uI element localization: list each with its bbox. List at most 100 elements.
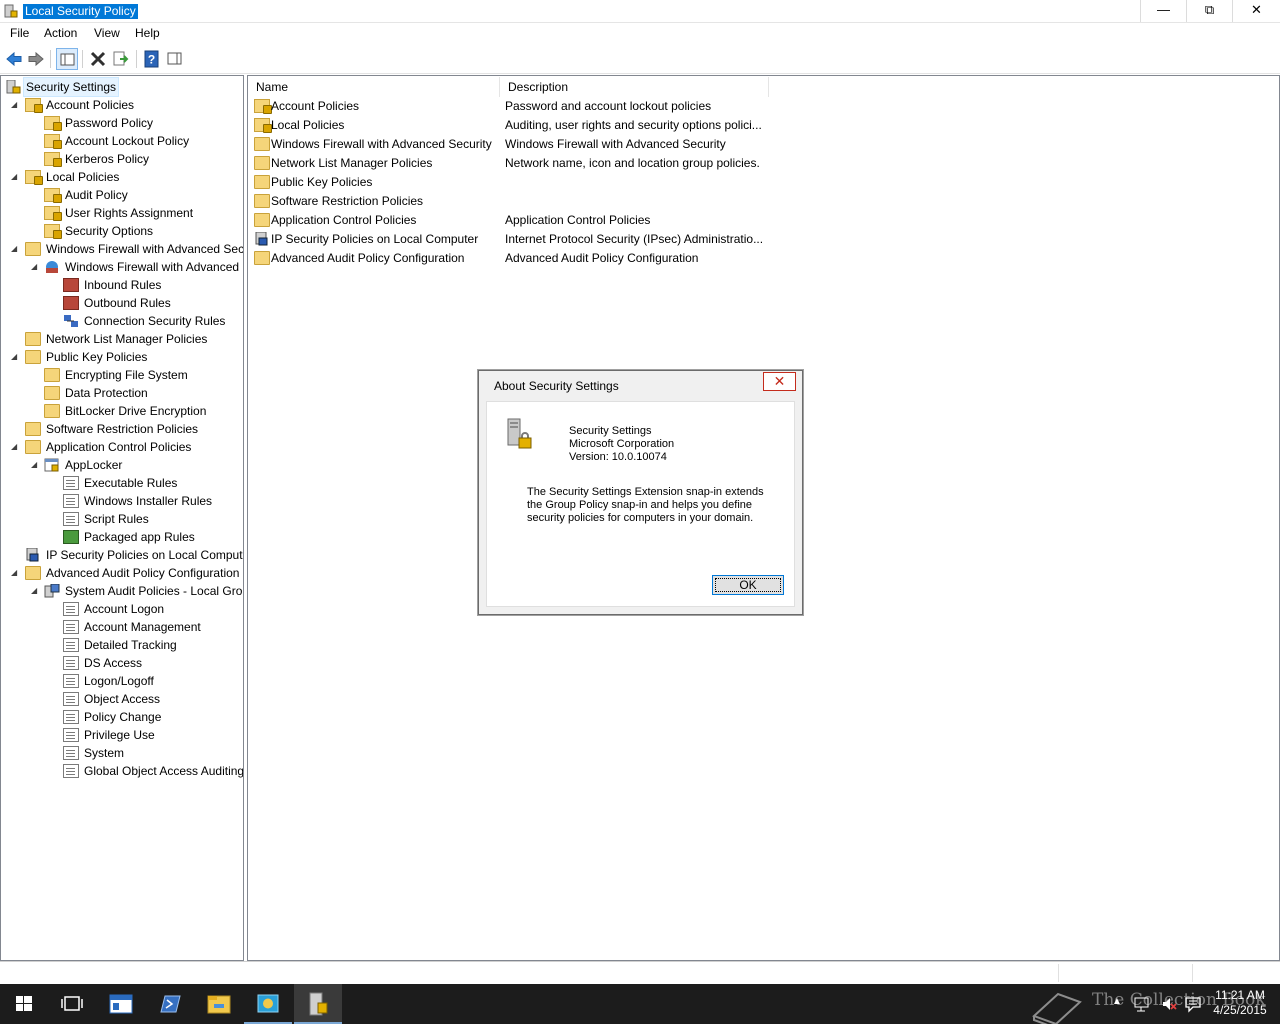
list-item[interactable]: Advanced Audit Policy Configuration Advan…	[248, 249, 1278, 268]
tree-item-label: IP Security Policies on Local Compute	[46, 548, 244, 562]
security-settings-icon	[6, 79, 22, 94]
doc-icon	[63, 692, 79, 706]
tree-item-label: User Rights Assignment	[65, 206, 194, 220]
expand-arrow-icon[interactable]: ◢	[11, 240, 21, 258]
expand-arrow-icon[interactable]: ◢	[11, 564, 21, 582]
back-icon[interactable]	[3, 48, 25, 70]
list-item[interactable]: Account Policies Password and account loc…	[248, 97, 1278, 116]
folder-icon	[44, 386, 60, 400]
list-item[interactable]: Application Control Policies Application …	[248, 211, 1278, 230]
tree-root-label: Security Settings	[22, 77, 120, 97]
start-button[interactable]	[0, 984, 48, 1024]
expand-arrow-icon[interactable]: ◢	[31, 456, 41, 474]
tree-item-label: Windows Firewall with Advanced Secu	[46, 242, 244, 256]
tree-item-label: Privilege Use	[84, 728, 155, 742]
menu-action[interactable]: Action	[44, 26, 77, 40]
list-item-description: Internet Protocol Security (IPsec) Admin…	[505, 232, 764, 246]
column-header-description[interactable]: Description	[500, 77, 769, 97]
dialog-description-line: The Security Settings Extension snap-in …	[527, 486, 764, 498]
list-item-description: Application Control Policies	[505, 213, 651, 227]
menu-file[interactable]: File	[10, 26, 29, 40]
list-item[interactable]: Windows Firewall with Advanced Security W…	[248, 135, 1278, 154]
task-view-button[interactable]	[48, 984, 96, 1024]
folder-icon	[254, 156, 270, 170]
server-manager-icon	[109, 994, 133, 1014]
expand-arrow-icon[interactable]: ◢	[11, 96, 21, 114]
delete-icon[interactable]	[87, 48, 109, 70]
tree-item-label: Local Policies	[46, 170, 120, 184]
tree-item-label: Detailed Tracking	[84, 638, 177, 652]
tree-item-label: Windows Installer Rules	[84, 494, 213, 508]
security-settings-icon	[507, 418, 532, 449]
taskbar-app[interactable]	[244, 984, 292, 1024]
folder-icon	[254, 251, 270, 265]
ipsec-icon	[254, 231, 270, 246]
taskbar-powershell[interactable]	[146, 984, 194, 1024]
menu-view[interactable]: View	[94, 26, 120, 40]
list-item-name: Software Restriction Policies	[271, 194, 424, 208]
security-policy-app-icon	[309, 992, 328, 1016]
dialog-body: Security Settings Microsoft Corporation …	[486, 401, 795, 607]
expand-arrow-icon[interactable]: ◢	[11, 348, 21, 366]
tree-item-label: DS Access	[84, 656, 143, 670]
about-dialog: About Security Settings ✕ Security Setti…	[478, 370, 803, 615]
close-button[interactable]: ✕	[1232, 0, 1280, 22]
taskbar-server-manager[interactable]	[97, 984, 145, 1024]
doc-icon	[63, 764, 79, 778]
list-item[interactable]: IP Security Policies on Local Computer In…	[248, 230, 1278, 249]
folder-lock-icon	[44, 188, 62, 203]
help-icon[interactable]: ?	[141, 48, 163, 70]
folder-icon	[254, 137, 270, 151]
show-hide-tree-icon[interactable]	[56, 48, 78, 70]
list-item-name: Account Policies	[271, 99, 360, 113]
list-item[interactable]: Network List Manager Policies Network nam…	[248, 154, 1278, 173]
folder-lock-icon	[25, 170, 43, 185]
list-item-name: Windows Firewall with Advanced Security	[271, 137, 492, 151]
forward-icon[interactable]	[25, 48, 47, 70]
toolbar: ?	[0, 44, 1280, 74]
dialog-description-line: security policies for computers in your …	[527, 512, 754, 524]
maximize-button[interactable]: ⧉	[1186, 0, 1232, 22]
volume-muted-icon[interactable]	[1160, 995, 1178, 1013]
taskbar-file-explorer[interactable]	[195, 984, 243, 1024]
list-item-name: IP Security Policies on Local Computer	[271, 232, 479, 246]
export-list-icon[interactable]	[110, 48, 132, 70]
control-panel-icon	[257, 994, 279, 1013]
tree-item-label: AppLocker	[65, 458, 123, 472]
ok-button[interactable]: OK	[712, 575, 784, 595]
tree-item-label: Audit Policy	[65, 188, 128, 202]
menu-help[interactable]: Help	[135, 26, 160, 40]
tree-item-label: Executable Rules	[84, 476, 178, 490]
minimize-button[interactable]: —	[1140, 0, 1186, 22]
connection-icon	[63, 314, 79, 328]
expand-arrow-icon[interactable]: ◢	[11, 168, 21, 186]
expand-arrow-icon[interactable]: ◢	[11, 438, 21, 456]
expand-arrow-icon[interactable]: ◢	[31, 258, 41, 276]
tree-item-label: Object Access	[84, 692, 161, 706]
list-item-name: Advanced Audit Policy Configuration	[271, 251, 465, 265]
folder-lock-icon	[44, 134, 62, 149]
powershell-icon	[160, 995, 181, 1013]
folder-icon	[25, 566, 41, 580]
list-item[interactable]: Public Key Policies	[248, 173, 1278, 192]
list-item[interactable]: Software Restriction Policies	[248, 192, 1278, 211]
console-tree[interactable]: Security Settings ◢ Account Policies Passw…	[0, 75, 244, 961]
taskbar-local-security-policy[interactable]	[294, 984, 342, 1024]
column-header-name[interactable]: Name	[248, 77, 500, 97]
show-hide-action-pane-icon[interactable]	[164, 48, 186, 70]
doc-icon	[63, 710, 79, 724]
folder-lock-icon	[25, 98, 43, 113]
tree-item-label: Packaged app Rules	[84, 530, 195, 544]
expand-arrow-icon[interactable]: ◢	[31, 582, 41, 600]
clock-time: 11:21 AM	[1215, 988, 1265, 1002]
show-hidden-icons-icon[interactable]: ▲	[1112, 996, 1122, 1007]
taskbar: The Collection Book ▲ 11:21 AM 4/25/2015	[0, 984, 1280, 1024]
taskbar-clock[interactable]: 11:21 AM 4/25/2015	[1200, 988, 1280, 1018]
list-item[interactable]: Local Policies Auditing, user rights and …	[248, 116, 1278, 135]
network-icon[interactable]	[1133, 995, 1151, 1013]
dialog-close-button[interactable]: ✕	[763, 372, 796, 391]
tree-item-label: Public Key Policies	[46, 350, 148, 364]
dialog-title: About Security Settings	[494, 379, 619, 393]
doc-icon	[63, 746, 79, 760]
list-item-description: Windows Firewall with Advanced Security	[505, 137, 726, 151]
